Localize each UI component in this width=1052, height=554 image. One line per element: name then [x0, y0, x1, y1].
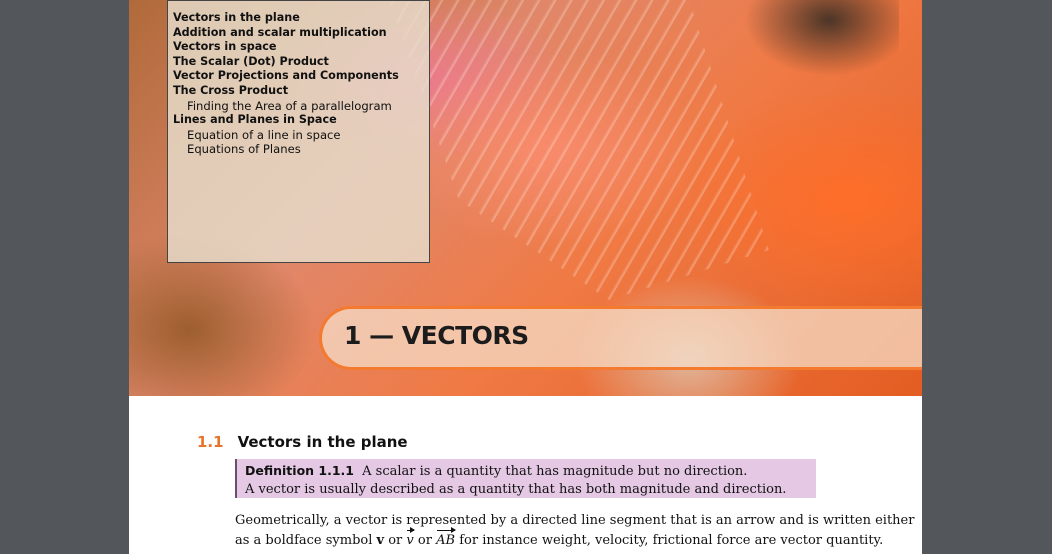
arrow-vector-symbol: v	[406, 527, 416, 551]
toc-item-lines-and-planes[interactable]: Lines and Planes in Space	[173, 113, 425, 128]
definition-line-2: A vector is usually described as a quant…	[245, 482, 787, 497]
arrow-vector-ab: AB	[436, 527, 457, 551]
section-number: 1.1	[197, 433, 224, 451]
chapter-title: 1 — VECTORS	[344, 321, 529, 350]
bold-vector-symbol: v	[376, 533, 385, 548]
definition-line-1: A scalar is a quantity that has magnitud…	[362, 464, 748, 479]
body-paragraph: Geometrically, a vector is represented b…	[235, 511, 915, 551]
body-text: or	[388, 533, 403, 548]
toc-item-area-of-parallelogram[interactable]: Finding the Area of a parallelogram	[173, 99, 425, 114]
chapter-table-of-contents: Vectors in the plane Addition and scalar…	[167, 0, 430, 263]
toc-item-scalar-dot-product[interactable]: The Scalar (Dot) Product	[173, 55, 425, 70]
chapter-title-band: 1 — VECTORS	[319, 306, 922, 370]
toc-item-vectors-in-the-plane[interactable]: Vectors in the plane	[173, 11, 425, 26]
body-text: for instance weight, velocity, frictiona…	[459, 533, 884, 548]
body-text: as a boldface symbol	[235, 533, 373, 548]
body-text: or	[417, 533, 432, 548]
definition-box: Definition 1.1.1 A scalar is a quantity …	[235, 459, 816, 498]
definition-label: Definition 1.1.1	[245, 463, 354, 478]
body-line-2: as a boldface symbol v or v or AB for in…	[235, 527, 883, 551]
toc-item-equations-of-planes[interactable]: Equations of Planes	[173, 142, 425, 157]
section-title: Vectors in the plane	[237, 433, 408, 451]
document-page: Vectors in the plane Addition and scalar…	[129, 0, 922, 554]
toc-item-cross-product[interactable]: The Cross Product	[173, 84, 425, 99]
toc-item-vector-projections[interactable]: Vector Projections and Components	[173, 69, 425, 84]
toc-item-equation-of-line[interactable]: Equation of a line in space	[173, 128, 425, 143]
toc-item-vectors-in-space[interactable]: Vectors in space	[173, 40, 425, 55]
cover-image-shadow	[689, 0, 899, 110]
section-heading: 1.1 Vectors in the plane	[197, 433, 408, 451]
toc-item-addition-scalar-multiplication[interactable]: Addition and scalar multiplication	[173, 26, 425, 41]
body-line-1: Geometrically, a vector is represented b…	[235, 513, 915, 528]
